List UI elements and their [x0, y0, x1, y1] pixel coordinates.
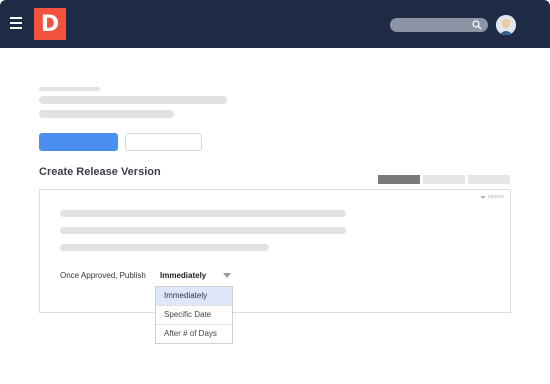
app-logo[interactable]: D: [34, 8, 66, 40]
search-input[interactable]: [390, 18, 488, 32]
dropdown-option-after-days[interactable]: After # of Days: [156, 325, 232, 343]
panel-placeholder-line-3: [60, 244, 269, 251]
chevron-down-icon[interactable]: [223, 273, 231, 278]
publish-dropdown-menu: Immediately Specific Date After # of Day…: [155, 286, 233, 344]
section-title: Create Release Version: [39, 166, 161, 178]
top-navigation-bar: D: [0, 0, 550, 48]
dropdown-option-specific-date[interactable]: Specific Date: [156, 306, 232, 325]
caret-down-icon: [479, 195, 486, 199]
options-label: options: [487, 194, 504, 200]
tab-2[interactable]: [423, 175, 465, 184]
view-tabs: [378, 175, 510, 184]
header-placeholder-line-3: [39, 110, 174, 118]
user-avatar-icon[interactable]: [496, 15, 516, 35]
panel-placeholder-line-2: [60, 227, 346, 234]
publish-field-label: Once Approved, Publish: [60, 271, 146, 280]
tab-1[interactable]: [378, 175, 420, 184]
header-placeholder-line-2: [39, 96, 227, 104]
header-placeholder-line-1: [39, 87, 100, 91]
hamburger-icon[interactable]: [10, 17, 22, 29]
tab-3[interactable]: [468, 175, 510, 184]
primary-action-button[interactable]: [39, 133, 118, 151]
search-icon[interactable]: [472, 20, 482, 30]
panel-placeholder-line-1: [60, 210, 346, 217]
secondary-action-button[interactable]: [125, 133, 202, 151]
publish-select[interactable]: Immediately: [160, 271, 206, 280]
dropdown-option-immediately[interactable]: Immediately: [156, 287, 232, 306]
release-version-panel: options: [39, 189, 511, 313]
options-toggle[interactable]: options: [479, 194, 504, 200]
